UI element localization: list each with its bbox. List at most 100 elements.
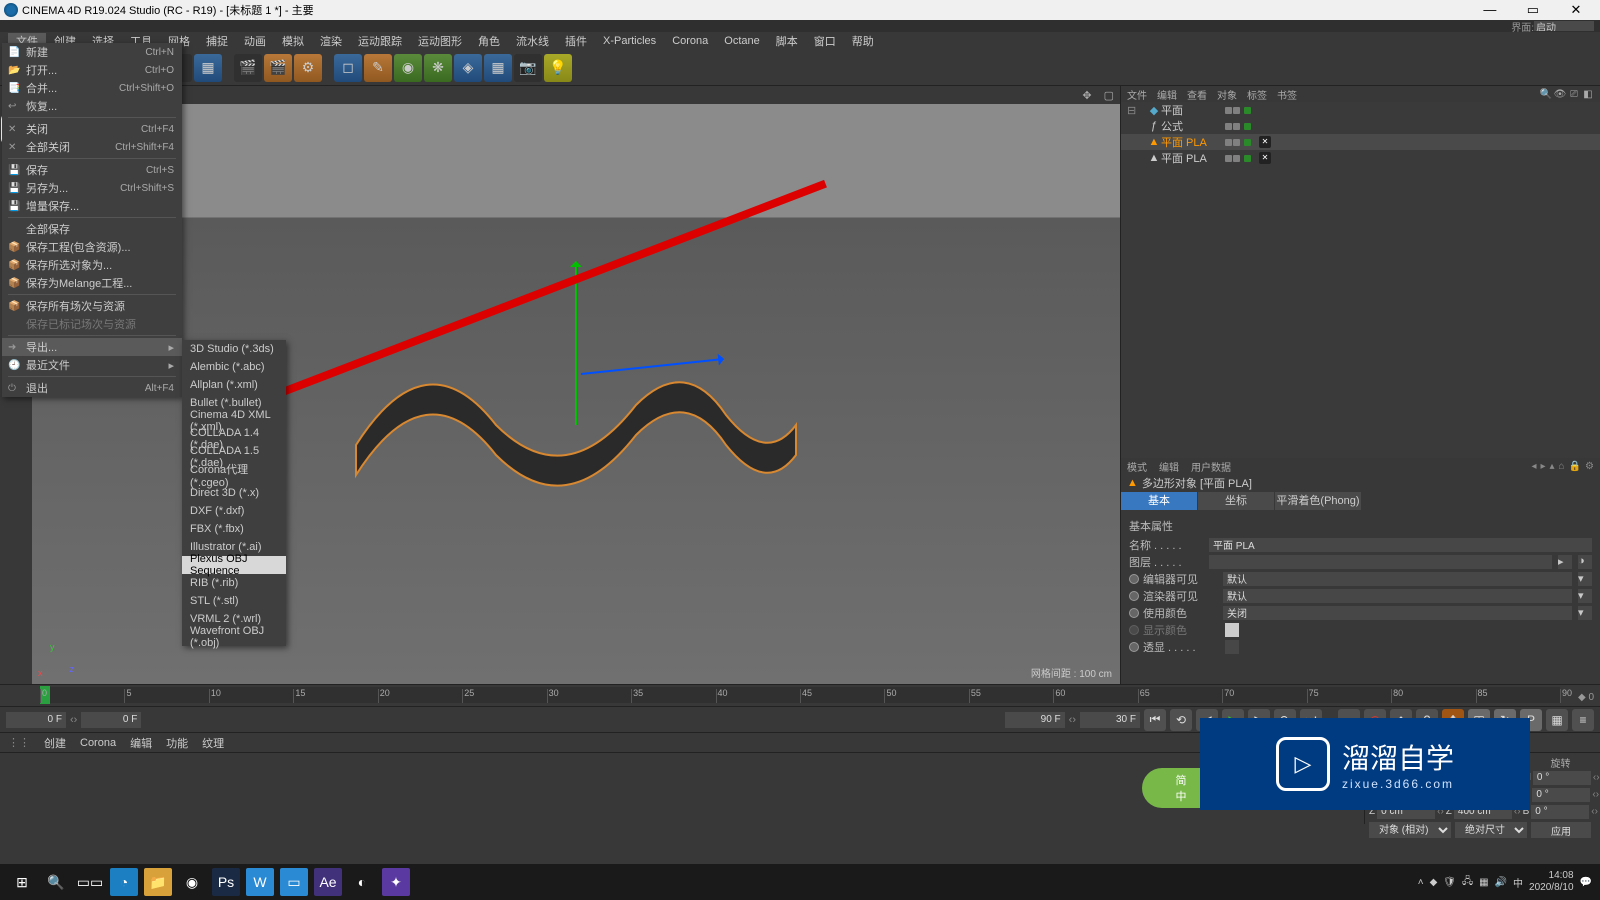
home-icon[interactable]: ⌂ [1559, 461, 1565, 472]
menu-18[interactable]: 窗口 [806, 33, 844, 49]
viewport-nav-icon[interactable]: ✥ [1082, 89, 1091, 102]
material-tab[interactable]: 创建 [44, 735, 66, 751]
export-item[interactable]: FBX (*.fbx) [182, 520, 286, 538]
anim-dot[interactable] [1129, 608, 1139, 618]
bookmark-icon[interactable]: ◧ [1582, 88, 1594, 100]
export-item[interactable]: STL (*.stl) [182, 592, 286, 610]
taskview-button[interactable]: ▭▭ [76, 868, 104, 896]
layer-field[interactable] [1209, 555, 1552, 569]
layout-select[interactable] [1534, 21, 1594, 31]
app-c4d[interactable]: ◐ [348, 868, 376, 896]
render-vis-field[interactable] [1223, 589, 1572, 603]
file-menu-item[interactable]: 📦保存所有场次与资源 [2, 297, 182, 315]
file-menu-item[interactable]: 📄新建Ctrl+N [2, 43, 182, 61]
obj-tab[interactable]: 标签 [1247, 87, 1267, 102]
camera-button[interactable]: 📷 [514, 54, 542, 82]
menu-13[interactable]: 插件 [557, 33, 595, 49]
file-menu-item[interactable]: ✕全部关闭Ctrl+Shift+F4 [2, 138, 182, 156]
dispcolor-swatch[interactable] [1225, 623, 1239, 637]
tab-phong[interactable]: 平滑着色(Phong) [1275, 492, 1361, 510]
prev-icon[interactable]: ◂ [1531, 461, 1536, 472]
render-pv-button[interactable]: 🎬 [264, 54, 292, 82]
up-icon[interactable]: ▴ [1550, 461, 1555, 472]
name-field[interactable] [1209, 538, 1592, 552]
app-chrome[interactable]: ◉ [178, 868, 206, 896]
fps-field[interactable]: 30 F [1080, 712, 1140, 728]
menu-19[interactable]: 帮助 [844, 33, 882, 49]
export-item[interactable]: Corona代理 (*.cgeo) [182, 466, 286, 484]
obj-tab[interactable]: 对象 [1217, 87, 1237, 102]
attr-tab[interactable]: 用户数据 [1191, 459, 1231, 474]
start-button[interactable]: ⊞ [8, 868, 36, 896]
app-word[interactable]: W [246, 868, 274, 896]
start-frame-field[interactable]: 0 F [6, 712, 66, 728]
environment-button[interactable]: ▦ [484, 54, 512, 82]
material-tab[interactable]: Corona [80, 737, 116, 749]
file-menu-item[interactable]: 全部保存 [2, 220, 182, 238]
clock[interactable]: 14:08 2020/8/10 [1529, 870, 1574, 894]
menu-14[interactable]: X-Particles [595, 35, 664, 47]
material-tab[interactable]: 功能 [166, 735, 188, 751]
minimize-button[interactable]: — [1470, 2, 1510, 17]
menu-7[interactable]: 模拟 [274, 33, 312, 49]
anim-dot[interactable] [1129, 591, 1139, 601]
key-pla-button[interactable]: ▦ [1546, 709, 1568, 731]
object-tree-row[interactable]: ƒ公式 [1121, 118, 1600, 134]
key-opt-button[interactable]: ≡ [1572, 709, 1594, 731]
export-item[interactable]: DXF (*.dxf) [182, 502, 286, 520]
menu-6[interactable]: 动画 [236, 33, 274, 49]
primitive-cube-button[interactable]: ◻ [334, 54, 362, 82]
render-settings-button[interactable]: ⚙ [294, 54, 322, 82]
file-menu-item[interactable]: ↩恢复... [2, 97, 182, 115]
search-button[interactable]: 🔍 [42, 868, 70, 896]
menu-8[interactable]: 渲染 [312, 33, 350, 49]
anim-dot[interactable] [1129, 574, 1139, 584]
anim-dot[interactable] [1129, 642, 1139, 652]
export-item[interactable]: Wavefront OBJ (*.obj) [182, 628, 286, 646]
editor-vis-field[interactable] [1223, 572, 1572, 586]
menu-17[interactable]: 脚本 [768, 33, 806, 49]
pen-tool-button[interactable]: ✎ [364, 54, 392, 82]
selected-mesh[interactable] [316, 295, 836, 535]
deformer-button[interactable]: ◈ [454, 54, 482, 82]
apply-button[interactable]: 应用 [1531, 822, 1591, 838]
object-tree-row[interactable]: ▲平面 PLA✕ [1121, 134, 1600, 150]
tray-app-icon[interactable]: ▦ [1479, 877, 1488, 888]
export-item[interactable]: Alembic (*.abc) [182, 358, 286, 376]
rot-H[interactable] [1533, 771, 1591, 785]
obj-tab[interactable]: 查看 [1187, 87, 1207, 102]
menu-9[interactable]: 运动跟踪 [350, 33, 410, 49]
usecolor-field[interactable] [1223, 606, 1572, 620]
file-menu-item[interactable]: ➜导出... [2, 338, 182, 356]
close-button[interactable]: ✕ [1556, 2, 1596, 18]
editor-vis-drop[interactable]: ▾ [1578, 572, 1592, 586]
lock-icon[interactable]: 🔒 [1569, 461, 1581, 472]
app-tencent[interactable]: ◔ [110, 868, 138, 896]
rot-B[interactable] [1531, 805, 1589, 819]
material-tab[interactable]: 编辑 [130, 735, 152, 751]
file-menu-item[interactable]: 📂打开...Ctrl+O [2, 61, 182, 79]
menu-5[interactable]: 捕捉 [198, 33, 236, 49]
tab-coord[interactable]: 坐标 [1198, 492, 1274, 510]
file-menu-item[interactable]: 📦保存为Melange工程... [2, 274, 182, 292]
end-frame-field[interactable]: 90 F [1005, 712, 1065, 728]
eye-icon[interactable]: 👁 [1554, 88, 1566, 100]
timeline-end-knob[interactable]: ◆ 0 [1578, 692, 1594, 703]
rot-P[interactable] [1532, 788, 1590, 802]
menu-11[interactable]: 角色 [470, 33, 508, 49]
file-menu-item[interactable]: 📦保存所选对象为... [2, 256, 182, 274]
usecolor-drop[interactable]: ▾ [1578, 606, 1592, 620]
export-item[interactable]: Allplan (*.xml) [182, 376, 286, 394]
obj-tab[interactable]: 编辑 [1157, 87, 1177, 102]
menu-15[interactable]: Corona [664, 35, 716, 47]
app-explorer[interactable]: 📁 [144, 868, 172, 896]
render-vis-drop[interactable]: ▾ [1578, 589, 1592, 603]
step-back-button[interactable]: ⟲ [1170, 709, 1192, 731]
object-tree-row[interactable]: ⊟◆平面 [1121, 102, 1600, 118]
layer-more[interactable]: ◑ [1578, 555, 1592, 569]
attr-tab[interactable]: 编辑 [1159, 459, 1179, 474]
tray-net-icon[interactable]: 🖧 [1462, 874, 1473, 891]
light-button[interactable]: 💡 [544, 54, 572, 82]
menu-10[interactable]: 运动图形 [410, 33, 470, 49]
viewport-max-icon[interactable]: ▢ [1104, 89, 1114, 102]
